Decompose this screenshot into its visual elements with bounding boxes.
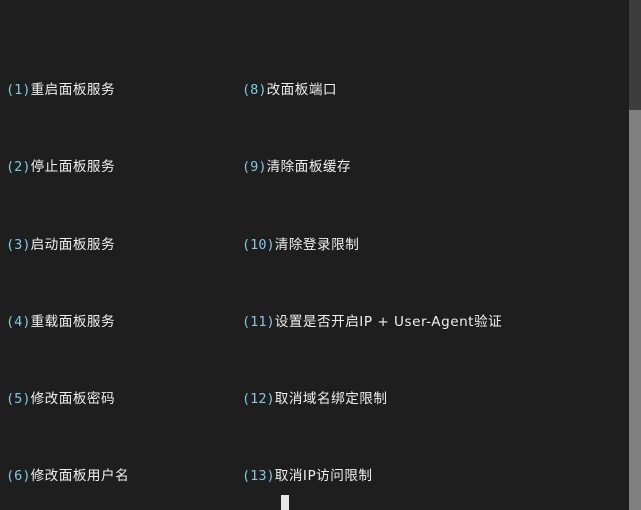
menu-item-number: (10): [242, 236, 275, 253]
terminal-window[interactable]: (1)重启面板服务 (8)改面板端口 (2)停止面板服务 (9)清除面板缓存 (…: [0, 0, 641, 510]
menu-item-label: 修改面板密码: [30, 390, 116, 407]
menu-item-number: (13): [242, 468, 275, 485]
menu-row: (4)重载面板服务 (11)设置是否开启IP + User-Agent验证: [2, 313, 628, 332]
menu-item-11[interactable]: (11)设置是否开启IP + User-Agent验证: [242, 313, 502, 332]
menu-item-label: 修改面板用户名: [30, 468, 130, 485]
menu-item-number: (12): [242, 390, 275, 407]
menu-item-5[interactable]: (5)修改面板密码: [6, 390, 115, 409]
menu-item-2[interactable]: (2)停止面板服务: [6, 158, 115, 177]
menu-item-6[interactable]: (6)修改面板用户名: [6, 467, 129, 486]
menu-item-number: (1): [6, 82, 31, 99]
menu-item-12[interactable]: (12)取消域名绑定限制: [242, 390, 388, 409]
menu-item-label: 取消IP访问限制: [274, 468, 373, 485]
menu-item-number: (8): [242, 82, 267, 99]
menu-item-13[interactable]: (13)取消IP访问限制: [242, 467, 373, 486]
menu-item-label: 清除面板缓存: [266, 159, 352, 176]
menu-item-number: (6): [6, 468, 31, 485]
menu-row: (2)停止面板服务 (9)清除面板缓存: [2, 158, 628, 177]
menu-row: (1)重启面板服务 (8)改面板端口: [2, 81, 628, 100]
menu-item-number: (11): [242, 313, 275, 330]
menu-row: (3)启动面板服务 (10)清除登录限制: [2, 236, 628, 255]
menu-item-number: (9): [242, 159, 267, 176]
menu-item-number: (2): [6, 159, 31, 176]
menu-item-number: (4): [6, 313, 31, 330]
menu-item-number: (5): [6, 390, 31, 407]
menu-item-label: 清除登录限制: [274, 236, 360, 253]
menu-item-label: 启动面板服务: [30, 236, 116, 253]
text-cursor: [281, 495, 289, 510]
menu-item-label: 改面板端口: [266, 82, 338, 99]
menu-row: (6)修改面板用户名 (13)取消IP访问限制: [2, 467, 628, 486]
menu-item-9[interactable]: (9)清除面板缓存: [242, 158, 351, 177]
terminal-screen[interactable]: (1)重启面板服务 (8)改面板端口 (2)停止面板服务 (9)清除面板缓存 (…: [0, 0, 628, 510]
scrollbar[interactable]: [628, 0, 641, 510]
menu-item-10[interactable]: (10)清除登录限制: [242, 236, 359, 255]
menu-item-label: 停止面板服务: [30, 159, 116, 176]
menu-row: (5)修改面板密码 (12)取消域名绑定限制: [2, 390, 628, 409]
menu-item-3[interactable]: (3)启动面板服务: [6, 236, 115, 255]
menu-item-label: 取消域名绑定限制: [274, 390, 388, 407]
menu-item-8[interactable]: (8)改面板端口: [242, 81, 337, 100]
menu-item-label: 设置是否开启IP + User-Agent验证: [274, 313, 503, 330]
menu-item-4[interactable]: (4)重载面板服务: [6, 313, 115, 332]
menu-item-label: 重启面板服务: [30, 82, 116, 99]
menu-item-number: (3): [6, 236, 31, 253]
menu-item-1[interactable]: (1)重启面板服务: [6, 81, 115, 100]
menu-item-label: 重载面板服务: [30, 313, 116, 330]
scrollbar-thumb[interactable]: [629, 110, 641, 510]
